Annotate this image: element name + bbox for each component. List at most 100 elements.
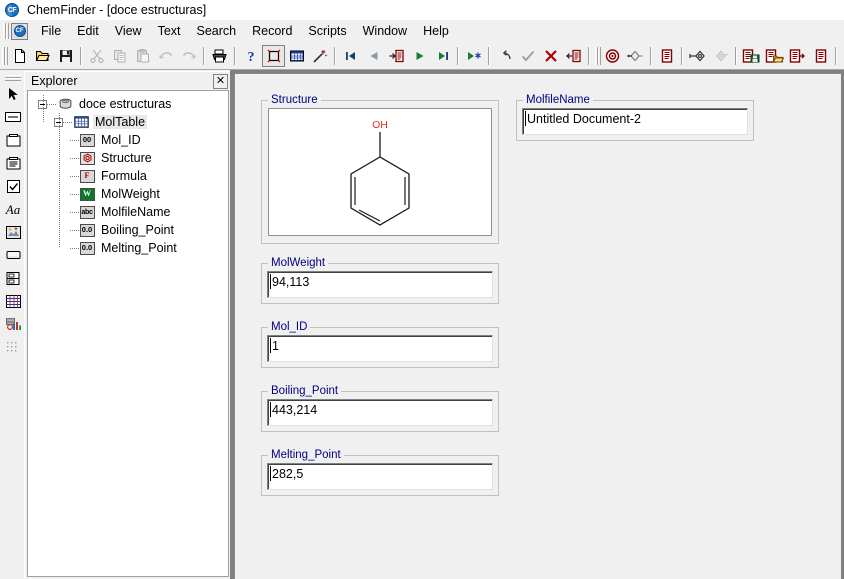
undo-search-icon[interactable]	[493, 45, 516, 67]
edit-mode-wand-icon[interactable]	[308, 45, 331, 67]
grid-tool[interactable]	[2, 336, 24, 358]
close-icon[interactable]: ✕	[213, 74, 228, 89]
tree-node-moltable[interactable]: MolTable	[32, 95, 228, 131]
table-tool[interactable]	[2, 290, 24, 312]
tree-label-moltable[interactable]: MolTable	[93, 115, 148, 129]
toolbar-drag-handle-1[interactable]	[1, 45, 8, 67]
tree-node-database[interactable]: doce estructuras	[32, 95, 228, 113]
menu-edit[interactable]: Edit	[69, 22, 107, 40]
drawing-tools-palette: Aa	[0, 70, 26, 579]
text-label-tool[interactable]: Aa	[2, 198, 24, 220]
copy-icon[interactable]	[108, 45, 131, 67]
button-tool[interactable]	[2, 244, 24, 266]
subform-tool[interactable]	[2, 267, 24, 289]
picture-box-tool[interactable]	[2, 221, 24, 243]
chart-tool[interactable]	[2, 313, 24, 335]
menu-text[interactable]: Text	[150, 22, 189, 40]
open-folder-icon[interactable]	[31, 45, 54, 67]
menu-file[interactable]: File	[33, 22, 69, 40]
chemfinder-menu-icon[interactable]: CF	[11, 22, 28, 40]
new-record-icon[interactable]	[562, 45, 585, 67]
help-question-icon[interactable]: ?	[239, 45, 262, 67]
explorer-panel: Explorer ✕ doce estructuras MolTable 00 …	[24, 71, 231, 579]
subsearch-icon[interactable]	[624, 45, 647, 67]
tree-node-field-formula[interactable]: F Formula	[32, 158, 228, 185]
tree-node-field-structure[interactable]: Structure	[32, 140, 228, 167]
paste-clipboard-icon[interactable]	[131, 45, 154, 67]
text-box-tool[interactable]	[2, 106, 24, 128]
print-icon[interactable]	[208, 45, 231, 67]
search-target-icon[interactable]	[601, 45, 624, 67]
number-field-icon: 0.0	[79, 241, 95, 255]
previous-page-icon[interactable]	[385, 45, 408, 67]
menu-window[interactable]: Window	[355, 22, 415, 40]
tree-label-molfilename[interactable]: MolfileName	[99, 205, 172, 219]
menubar-drag-handle[interactable]	[2, 22, 9, 40]
form-view-icon[interactable]	[262, 44, 285, 67]
boiling-point-group-box: Boiling_Point 443,214	[261, 385, 499, 432]
first-record-icon[interactable]	[339, 45, 362, 67]
toolbar-separator-5	[457, 46, 459, 65]
tree-label-database[interactable]: doce estructuras	[77, 97, 173, 111]
structure-display[interactable]: OH	[268, 108, 492, 236]
toolbar-drag-handle-2[interactable]	[594, 45, 601, 67]
explorer-header: Explorer ✕	[25, 71, 231, 90]
document-window: Structure OH MolfileName Untitled Docume…	[234, 73, 841, 579]
cut-scissors-icon[interactable]	[85, 45, 108, 67]
palette-drag-handle[interactable]	[4, 74, 22, 81]
open-database-icon[interactable]	[763, 45, 786, 67]
molweight-input[interactable]: 94,113	[267, 271, 493, 298]
undo-icon[interactable]	[154, 45, 177, 67]
menu-search[interactable]: Search	[189, 22, 245, 40]
structure-box-tool[interactable]	[2, 129, 24, 151]
last-record-icon[interactable]	[431, 45, 454, 67]
molfilename-group-box: MolfileName Untitled Document-2	[516, 94, 754, 141]
toolbar-separator-7	[588, 46, 590, 65]
list-box-tool[interactable]	[2, 152, 24, 174]
menu-scripts[interactable]: Scripts	[300, 22, 354, 40]
text-caret	[270, 338, 271, 353]
boiling-point-input[interactable]: 443,214	[267, 399, 493, 426]
table-view-icon[interactable]	[285, 45, 308, 67]
tree-label-mol-id[interactable]: Mol_ID	[99, 133, 143, 147]
structure-legend: Structure	[268, 94, 321, 106]
commit-check-icon[interactable]	[516, 45, 539, 67]
tree-label-structure[interactable]: Structure	[99, 151, 154, 165]
check-box-tool[interactable]	[2, 175, 24, 197]
tree-label-boiling-point[interactable]: Boiling_Point	[99, 223, 176, 237]
tree-node-field-mol-id[interactable]: 00 Mol_ID	[32, 113, 228, 149]
previous-record-icon[interactable]	[362, 45, 385, 67]
key-icon[interactable]	[686, 45, 709, 67]
menu-record[interactable]: Record	[244, 22, 300, 40]
redo-icon[interactable]	[177, 45, 200, 67]
save-disk-icon[interactable]	[54, 45, 77, 67]
tree-node-field-molweight[interactable]: W MolWeight	[32, 176, 228, 203]
key-disabled-icon[interactable]	[709, 45, 732, 67]
molweight-field-icon: W	[79, 187, 95, 201]
tree-node-field-melting-point[interactable]: 0.0 Melting_Point	[32, 230, 228, 257]
structure-field-icon	[79, 151, 95, 165]
tree-node-field-boiling-point[interactable]: 0.0 Boiling_Point	[32, 212, 228, 239]
pointer-arrow-tool[interactable]	[2, 83, 24, 105]
tree-label-formula[interactable]: Formula	[99, 169, 149, 183]
save-database-icon[interactable]	[740, 45, 763, 67]
find-next-icon[interactable]	[462, 45, 485, 67]
menu-view[interactable]: View	[107, 22, 150, 40]
export-database-icon[interactable]	[786, 45, 809, 67]
menu-help[interactable]: Help	[415, 22, 457, 40]
explorer-tree-container[interactable]: doce estructuras MolTable 00 Mol_ID Stru…	[27, 90, 229, 577]
tree-label-melting-point[interactable]: Melting_Point	[99, 241, 179, 255]
melting-point-input[interactable]: 282,5	[267, 463, 493, 490]
tree-label-molweight[interactable]: MolWeight	[99, 187, 162, 201]
tree-node-field-molfilename[interactable]: abc MolfileName	[32, 194, 228, 221]
next-record-icon[interactable]	[408, 45, 431, 67]
delete-cross-icon[interactable]	[539, 45, 562, 67]
new-document-icon[interactable]	[8, 45, 31, 67]
molfilename-input[interactable]: Untitled Document-2	[522, 108, 748, 135]
mol-id-input[interactable]: 1	[267, 335, 493, 362]
text-field-icon: abc	[79, 205, 95, 219]
toolbar-separator-11	[835, 46, 837, 65]
records-list-icon[interactable]	[809, 45, 832, 67]
boiling-point-value: 443,214	[272, 403, 318, 417]
list-records-icon[interactable]	[655, 45, 678, 67]
